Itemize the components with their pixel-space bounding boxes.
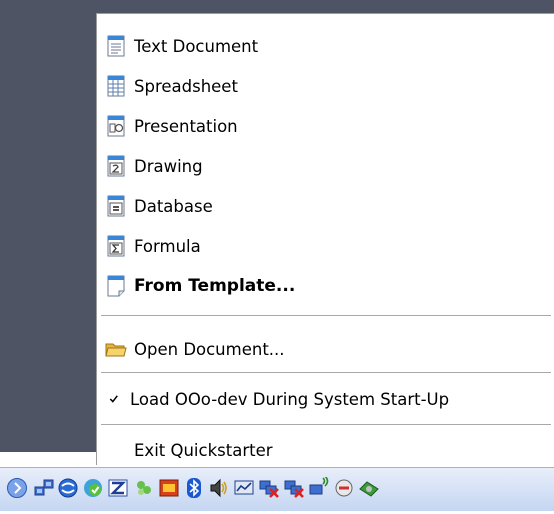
menu-item-exit-quickstarter[interactable]: Exit Quickstarter — [97, 433, 553, 467]
formula-icon — [107, 235, 125, 257]
text-document-icon — [107, 35, 125, 57]
folder-icon — [105, 343, 127, 357]
database-icon — [107, 195, 125, 217]
system-tray — [0, 467, 554, 511]
volume-icon[interactable] — [208, 477, 230, 499]
drawing-icon — [107, 155, 125, 177]
menu-item-label: Presentation — [134, 116, 238, 136]
menu-separator — [101, 315, 551, 316]
spreadsheet-icon — [107, 75, 125, 97]
menu-item-from-template[interactable]: From Template... — [97, 269, 553, 303]
messenger-icon[interactable] — [133, 477, 155, 499]
security-icon[interactable] — [82, 477, 104, 499]
menu-item-label: Open Document... — [134, 339, 285, 359]
taskbar — [0, 465, 554, 514]
menu-item-label: Text Document — [134, 36, 259, 56]
expand-tray-icon[interactable] — [6, 477, 28, 499]
menu-separator — [101, 424, 551, 425]
menu-item-label: Database — [134, 196, 213, 216]
sync-icon[interactable] — [57, 477, 79, 499]
menu-item-label: Load OOo-dev During System Start-Up — [130, 389, 450, 409]
menu-item-formula[interactable]: Formula — [97, 229, 553, 263]
menu-item-label: From Template... — [134, 276, 296, 296]
menu-item-open-document[interactable]: Open Document... — [97, 332, 553, 366]
tool-icon[interactable] — [107, 477, 129, 499]
wireless-icon[interactable] — [308, 477, 330, 499]
update-icon[interactable] — [358, 477, 380, 499]
presentation-icon — [107, 115, 125, 137]
monitor-icon[interactable] — [233, 477, 255, 499]
template-icon — [107, 275, 125, 297]
menu-item-load-at-startup[interactable]: Load OOo-dev During System Start-Up — [97, 382, 553, 416]
quickstarter-context-menu: Text Document Spreadsheet Presentation D… — [96, 13, 554, 465]
menu-item-drawing[interactable]: Drawing — [97, 149, 553, 183]
menu-item-label: Formula — [134, 236, 201, 256]
menu-item-presentation[interactable]: Presentation — [97, 109, 553, 143]
bluetooth-icon[interactable] — [183, 477, 205, 499]
network-disconnected-icon[interactable] — [258, 477, 280, 499]
network-icon[interactable] — [33, 477, 55, 499]
network-disconnected-icon[interactable] — [283, 477, 305, 499]
screen: Text Document Spreadsheet Presentation D… — [0, 0, 554, 514]
menu-item-label: Drawing — [134, 156, 203, 176]
menu-item-database[interactable]: Database — [97, 189, 553, 223]
menu-item-text-document[interactable]: Text Document — [97, 29, 553, 63]
checkmark-icon — [109, 395, 118, 403]
quickstarter-icon[interactable] — [333, 477, 355, 499]
menu-separator — [101, 372, 551, 373]
music-icon[interactable] — [158, 477, 180, 499]
menu-item-label: Exit Quickstarter — [134, 440, 273, 460]
menu-item-spreadsheet[interactable]: Spreadsheet — [97, 69, 553, 103]
menu-item-label: Spreadsheet — [134, 76, 238, 96]
